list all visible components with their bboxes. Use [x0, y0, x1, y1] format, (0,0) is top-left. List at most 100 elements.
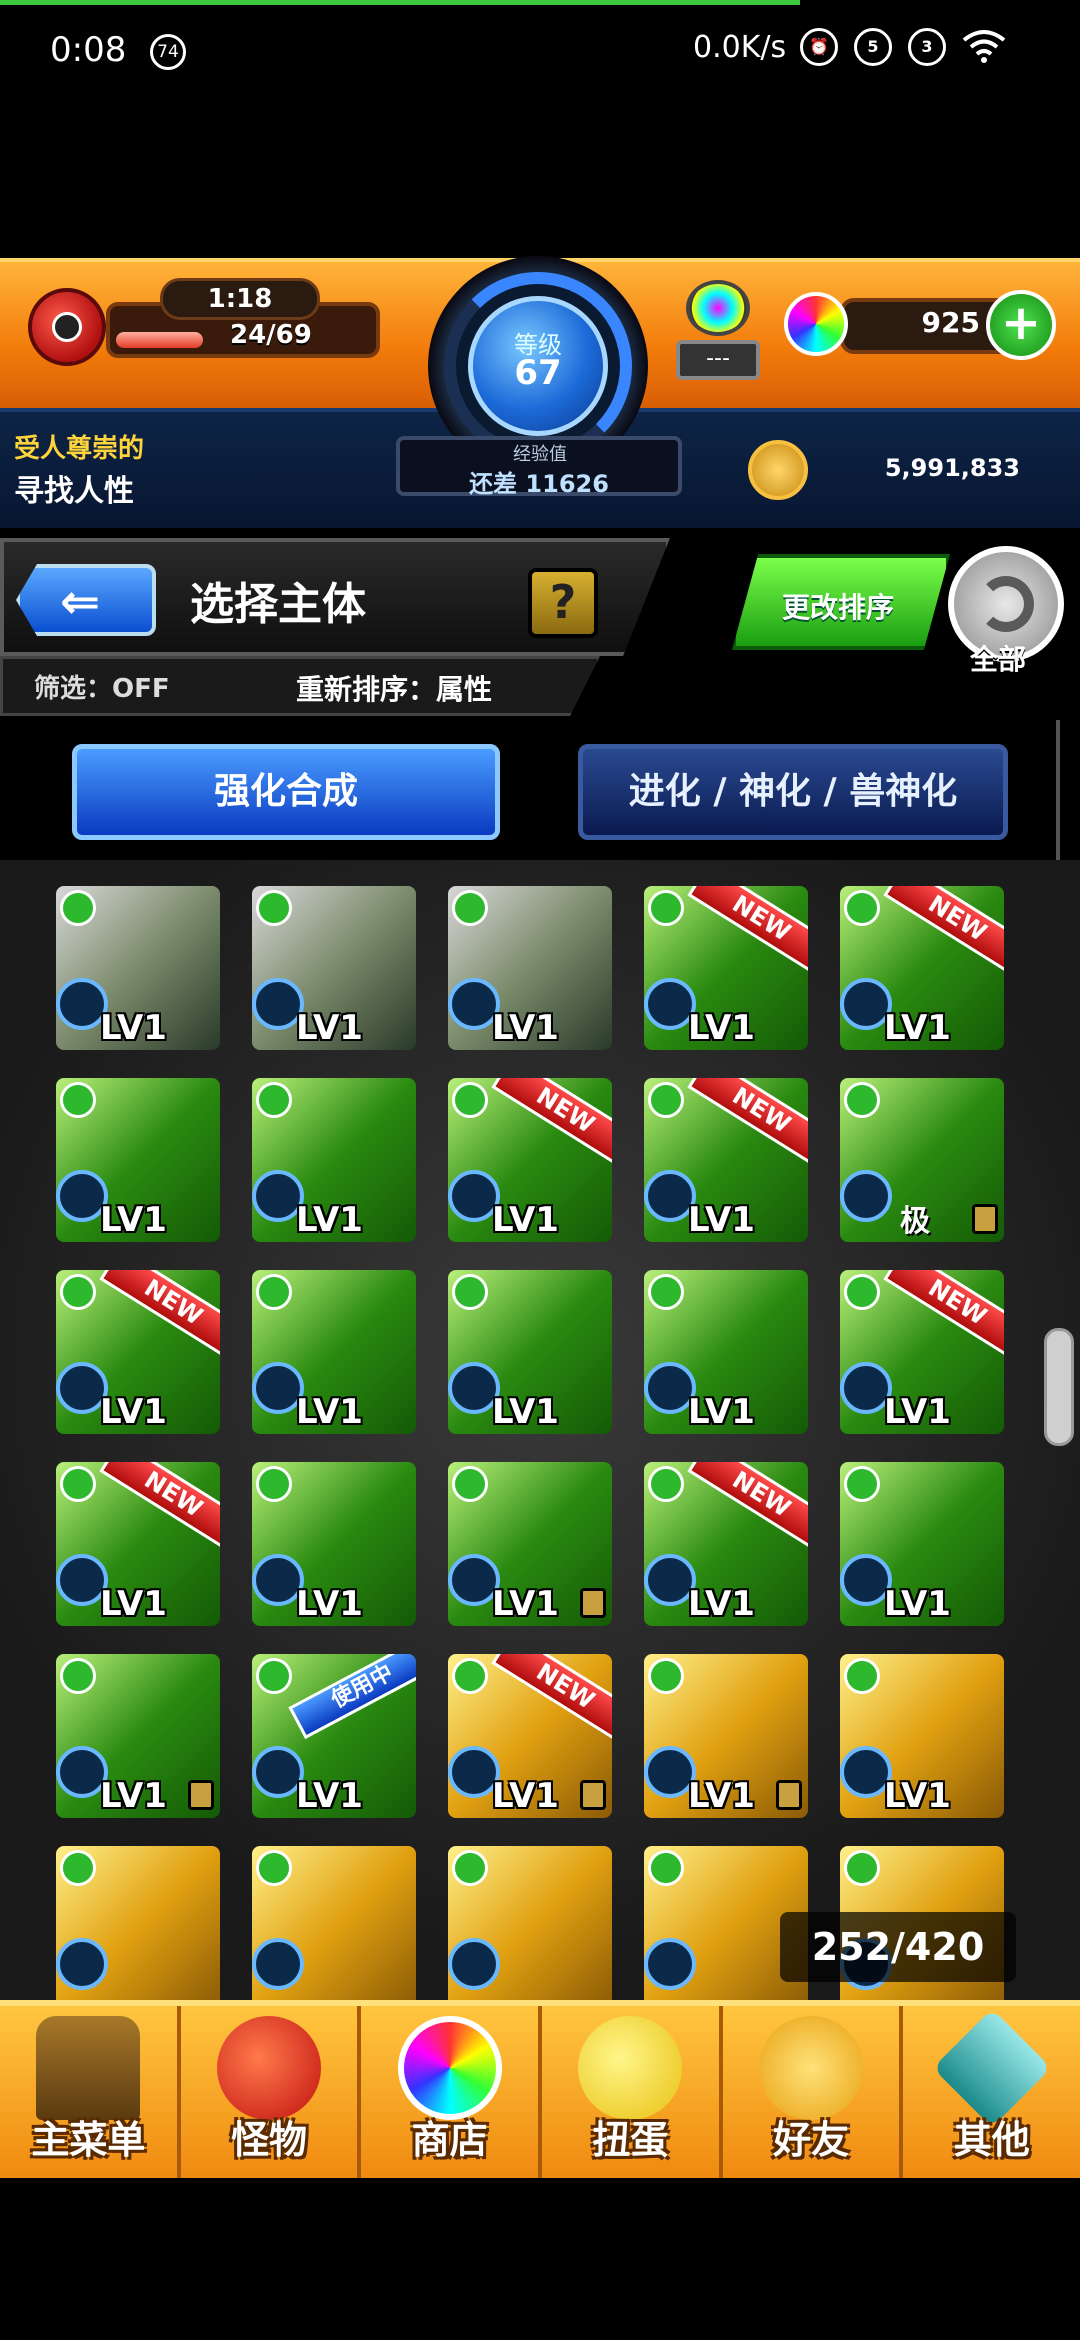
monster-level: LV1 [688, 1776, 755, 1816]
monster-card[interactable]: LV1 NEW [448, 1078, 612, 1242]
monster-card[interactable]: LV1 使用中 [252, 1654, 416, 1818]
monster-level: LV1 [884, 1392, 951, 1432]
monster-card[interactable] [56, 1846, 220, 2010]
bottom-nav: 主菜单 怪物 商店 扭蛋 好友 其他 [0, 2000, 1080, 2178]
nav-gutter [0, 2178, 1080, 2340]
exp-value: 还差 11626 [469, 470, 609, 498]
monster-level: LV1 [296, 1776, 363, 1816]
nav-label: 怪物 [231, 2118, 308, 2162]
stamina-fill [116, 332, 203, 348]
orb-icon [784, 292, 848, 356]
monster-level: LV1 [296, 1200, 363, 1240]
tab-evolve[interactable]: 进化 / 神化 / 兽神化 [578, 744, 1008, 840]
lock-icon [188, 1780, 214, 1810]
monster-card[interactable]: LV1 NEW [644, 1078, 808, 1242]
buy-orb-button[interactable]: + [986, 290, 1056, 360]
monster-card[interactable]: LV1 [252, 1270, 416, 1434]
element-icon [452, 1658, 488, 1694]
lock-icon [776, 1780, 802, 1810]
monster-card[interactable]: LV1 [644, 1270, 808, 1434]
monster-card[interactable]: LV1 NEW [56, 1462, 220, 1626]
element-icon [648, 1082, 684, 1118]
element-icon [256, 890, 292, 926]
element-icon [256, 1082, 292, 1118]
monster-card[interactable]: LV1 [56, 886, 220, 1050]
lock-icon [580, 1780, 606, 1810]
monster-card[interactable]: LV1 NEW [644, 886, 808, 1050]
stamina-count: 24/69 [230, 320, 312, 350]
monster-level: LV1 [296, 1584, 363, 1624]
type-icon [644, 1938, 696, 1990]
monster-card[interactable]: LV1 [252, 886, 416, 1050]
nav-item-friends[interactable]: 好友 [723, 2006, 904, 2178]
player-name: 寻找人性 [14, 474, 134, 509]
monster-card[interactable]: LV1 NEW [56, 1270, 220, 1434]
sim2-icon: 3 [908, 28, 946, 66]
element-icon [844, 1850, 880, 1886]
mode-tabs: 强化合成 进化 / 神化 / 兽神化 [0, 738, 1080, 848]
alarm-icon: ⏰ [800, 28, 838, 66]
element-icon [844, 1274, 880, 1310]
element-icon [60, 1466, 96, 1502]
monster-card[interactable]: LV1 [56, 1078, 220, 1242]
monster-card[interactable]: LV1 NEW [448, 1654, 612, 1818]
tab-power-up[interactable]: 强化合成 [72, 744, 500, 840]
monster-box: LV1 LV1 LV1 LV1 NEW LV1 NEW LV1 LV1 LV1 NEW LV1 NEW 极… [0, 860, 1080, 2010]
wifi-icon [962, 28, 1006, 66]
filter-toggle[interactable]: 筛选：OFF [34, 668, 170, 705]
monster-card[interactable]: LV1 [840, 1654, 1004, 1818]
monster-card[interactable]: 极 [840, 1078, 1004, 1242]
back-arrow-icon: ⇐ [60, 574, 101, 630]
monster-level: LV1 [688, 1584, 755, 1624]
monster-card[interactable]: LV1 NEW [840, 1270, 1004, 1434]
player-title: 受人尊崇的 [14, 434, 145, 464]
nav-label: 商店 [411, 2118, 488, 2162]
monster-card[interactable]: LV1 [252, 1462, 416, 1626]
select-panel-header: ⇐ 选择主体 ? 筛选：OFF 重新排序：属性 更改排序 全部 [0, 538, 1080, 718]
monster-card[interactable]: LV1 NEW [644, 1462, 808, 1626]
all-filter-label[interactable]: 全部 [970, 638, 1026, 678]
gold-coin-icon [748, 440, 808, 500]
monster-card[interactable]: LV1 [448, 1462, 612, 1626]
shop-icon [397, 2016, 502, 2120]
back-button[interactable]: ⇐ [16, 564, 156, 636]
monster-card[interactable]: LV1 [448, 1270, 612, 1434]
element-icon [844, 1658, 880, 1694]
monster-level: LV1 [884, 1008, 951, 1048]
monster-card[interactable]: LV1 [448, 886, 612, 1050]
scrollbar-handle[interactable] [1044, 1328, 1074, 1446]
element-icon [452, 1466, 488, 1502]
lock-icon [972, 1204, 998, 1234]
monster-card[interactable]: LV1 [56, 1654, 220, 1818]
rank-value: 67 [514, 353, 562, 393]
nav-item-gacha[interactable]: 扭蛋 [542, 2006, 723, 2178]
change-sort-label: 更改排序 [782, 591, 895, 624]
monster-card[interactable]: LV1 [840, 1462, 1004, 1626]
grade-mark: 极 [900, 1204, 930, 1239]
nav-item-other[interactable]: 其他 [903, 2006, 1080, 2178]
monster-level: LV1 [296, 1008, 363, 1048]
monster-card[interactable]: LV1 NEW [840, 886, 1004, 1050]
nav-item-monster[interactable]: 怪物 [181, 2006, 362, 2178]
element-icon [256, 1850, 292, 1886]
gacha-machine-icon[interactable]: --- [676, 280, 760, 390]
element-icon [844, 890, 880, 926]
element-icon [60, 1658, 96, 1694]
monster-card[interactable]: LV1 [252, 1078, 416, 1242]
box-count: 252/420 [780, 1912, 1016, 1982]
nav-item-home[interactable]: 主菜单 [0, 2006, 181, 2178]
monster-card[interactable]: LV1 [644, 1654, 808, 1818]
monster-level: LV1 [688, 1200, 755, 1240]
monster-card[interactable] [252, 1846, 416, 2010]
stamina-timer: 1:18 [160, 278, 320, 320]
element-icon [60, 1850, 96, 1886]
change-sort-button[interactable]: 更改排序 [732, 554, 950, 650]
home-icon [36, 2016, 141, 2120]
monster-level: LV1 [100, 1200, 167, 1240]
nav-item-shop[interactable]: 商店 [361, 2006, 543, 2178]
nav-label: 主菜单 [31, 2118, 146, 2162]
type-icon [252, 1938, 304, 1990]
monster-level: LV1 [100, 1776, 167, 1816]
monster-card[interactable] [448, 1846, 612, 2010]
help-button[interactable]: ? [528, 568, 598, 638]
